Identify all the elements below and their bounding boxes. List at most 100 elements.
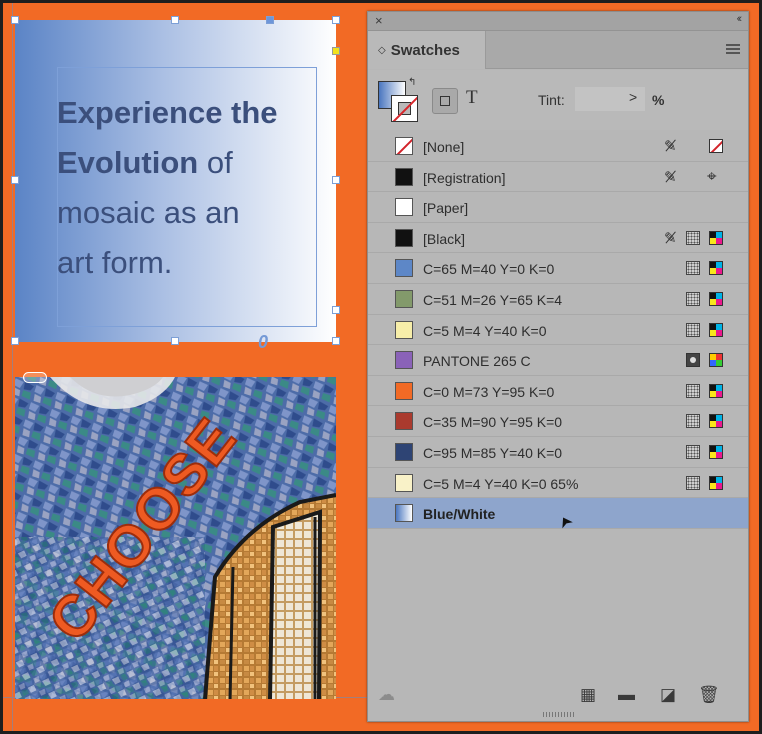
headline-line4: art form. [57,245,173,280]
swatch-color-chip [395,320,413,339]
collapse-icon[interactable]: ‹‹ [737,13,743,25]
lab-mode-icon [709,353,723,368]
swatch-name: C=0 M=73 Y=95 K=0 [423,383,555,400]
tint-slider-arrow-icon[interactable]: > [629,89,637,105]
swap-fill-stroke-icon[interactable]: ↰ [408,77,416,88]
fill-stroke-proxy[interactable]: ↰ [378,77,422,124]
swatch-row[interactable]: C=51 M=26 Y=65 K=4 [368,284,748,315]
out-port-handle[interactable] [332,306,340,314]
swatch-list[interactable]: [None] ✎̸ [Registration] ✎̸ ⌖ [Paper] [Black] ✎… [368,131,748,532]
swatch-row[interactable]: PANTONE 265 C [368,345,748,376]
frame-text[interactable]: Experience the Evolution of mosaic as an… [57,88,327,288]
cmyk-mode-icon [709,475,723,490]
swatch-row[interactable]: Blue/White ➤ [368,498,748,532]
resize-handle-bottom-right[interactable] [332,337,340,345]
frame-edge-handle[interactable] [266,16,274,24]
text-thread-icon[interactable]: 0 [258,332,268,353]
swatch-name: Blue/White [423,506,496,523]
process-color-icon [686,444,700,459]
formatting-affects-container-button[interactable] [432,88,458,114]
resize-handle-top[interactable] [171,16,179,24]
swatch-name: C=5 M=4 Y=40 K=0 65% [423,475,579,492]
swatch-row[interactable]: C=35 M=90 Y=95 K=0 [368,406,748,437]
mosaic-image[interactable]: CHOOSE [15,377,336,699]
resize-handle-top-right[interactable] [332,16,340,24]
headline-line2-rest: of [198,145,233,180]
swatch-name: PANTONE 265 C [423,353,531,370]
stroke-swatch-icon[interactable] [391,95,418,122]
swatch-name: [Registration] [423,169,506,186]
swatch-row[interactable]: C=0 M=73 Y=95 K=0 [368,376,748,407]
swatch-color-chip [395,167,413,186]
resize-handle-right[interactable] [332,176,340,184]
swatch-name: C=5 M=4 Y=40 K=0 [423,322,547,339]
swatch-color-chip [395,198,413,217]
close-icon[interactable]: × [375,13,383,28]
swatch-color-chip [395,137,413,155]
panel-menu-icon[interactable] [726,44,740,54]
swatch-name: [Black] [423,230,466,247]
resize-handle-left[interactable] [11,176,19,184]
swatch-color-chip [395,228,413,247]
swatch-color-chip [395,504,413,523]
panel-tab-strip: ◇ Swatches [368,31,748,69]
swatch-row[interactable]: C=5 M=4 Y=40 K=0 65% [368,468,748,499]
not-editable-icon: ✎̸ [664,138,677,155]
process-color-icon [686,475,700,490]
formatting-affects-text-button[interactable]: T [466,87,478,109]
process-color-icon [686,322,700,337]
vertical-guide [12,3,13,731]
corner-options-handle[interactable] [332,47,340,55]
cmyk-mode-icon [709,230,723,245]
cmyk-mode-icon [709,291,723,306]
mouse-pointer-icon: ➤ [554,511,578,532]
cc-libraries-cloud-icon[interactable]: ☁ [378,685,395,705]
cmyk-mode-icon [709,414,723,429]
not-editable-icon: ✎̸ [664,168,677,186]
swatch-color-chip [395,381,413,400]
swatch-name: [None] [423,139,465,155]
tab-swatches[interactable]: ◇ Swatches [368,31,486,69]
panel-resize-grip[interactable] [543,712,575,717]
mosaic-art: CHOOSE [15,377,336,699]
tab-swatches-label: Swatches [390,41,460,59]
swatch-name: [Paper] [423,200,469,217]
gradient-text-frame[interactable]: Experience the Evolution of mosaic as an… [15,20,336,342]
resize-handle-top-left[interactable] [11,16,19,24]
swatch-name: C=65 M=40 Y=0 K=0 [423,261,555,278]
resize-handle-bottom[interactable] [171,337,179,345]
process-color-icon [686,414,700,429]
show-swatch-kinds-icon[interactable]: ▦ [580,685,596,705]
tab-options-icon: ◇ [378,44,386,56]
tint-label: Tint: [538,92,565,108]
swatch-color-chip [395,442,413,461]
swatch-row[interactable]: [Registration] ✎̸ ⌖ [368,162,748,193]
process-color-icon [686,230,700,245]
swatch-color-chip [395,351,413,370]
process-color-icon [686,261,700,276]
swatch-row[interactable]: C=5 M=4 Y=40 K=0 [368,315,748,346]
resize-handle-bottom-left[interactable] [11,337,19,345]
swatch-row[interactable]: [Black] ✎̸ [368,223,748,254]
new-color-group-folder-icon[interactable]: ▬ [618,685,635,705]
cmyk-mode-icon [709,322,723,337]
delete-swatch-trash-icon[interactable]: 🗑 [698,685,720,705]
swatch-color-chip [395,473,413,492]
cmyk-mode-icon [709,444,723,459]
panel-titlebar[interactable]: × ‹‹ [368,12,748,31]
panel-bottom-bar: ☁ ▦ ▬ ◪ 🗑 [368,680,748,712]
swatch-color-chip [395,289,413,308]
swatch-row[interactable]: [Paper] [368,192,748,223]
headline-bold-line1: Experience the [57,95,278,130]
linked-graphic-badge[interactable] [23,372,47,383]
swatch-controls: ↰ T Tint: > % [368,70,748,130]
swatch-row[interactable]: C=95 M=85 Y=40 K=0 [368,437,748,468]
none-color-icon [709,139,723,153]
swatch-name: C=35 M=90 Y=95 K=0 [423,414,563,431]
cmyk-mode-icon [709,383,723,398]
registration-icon: ⌖ [707,166,717,186]
new-swatch-icon[interactable]: ◪ [660,685,676,705]
swatch-row[interactable]: C=65 M=40 Y=0 K=0 [368,253,748,284]
swatch-row[interactable]: [None] ✎̸ [368,131,748,162]
swatch-name: C=51 M=26 Y=65 K=4 [423,291,563,308]
